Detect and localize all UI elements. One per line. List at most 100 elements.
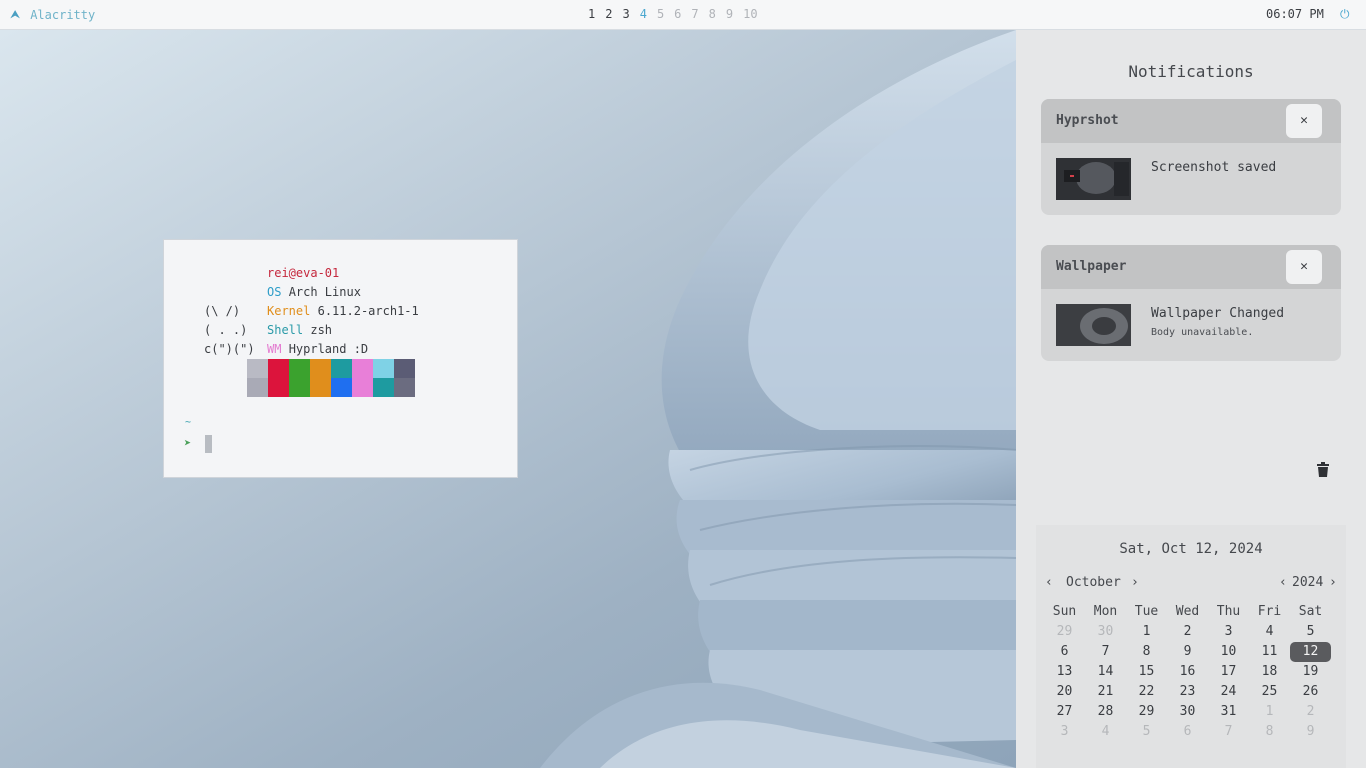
calendar-day[interactable]: 30 [1167, 702, 1208, 722]
power-icon[interactable]: ⏻ [1340, 7, 1350, 22]
weekday-header: Sun [1052, 604, 1077, 619]
screenshot-thumbnail [1056, 158, 1131, 200]
calendar-day[interactable]: 19 [1290, 662, 1331, 682]
shell-value: zsh [310, 323, 333, 337]
calendar-day[interactable]: 31 [1208, 702, 1249, 722]
workspace-6[interactable]: 6 [669, 7, 686, 21]
os-label: OS [267, 285, 282, 299]
notification-header: Hyprshot ✕ [1041, 99, 1341, 143]
calendar-day[interactable]: 4 [1249, 622, 1290, 642]
calendar-day[interactable]: 29 [1126, 702, 1167, 722]
palette-swatch [394, 378, 415, 397]
notification-app-name: Wallpaper [1056, 259, 1127, 274]
calendar-day[interactable]: 17 [1208, 662, 1249, 682]
notification-summary: Wallpaper Changed [1151, 306, 1285, 321]
terminal-cursor [205, 435, 212, 453]
calendar-day[interactable]: 6 [1044, 642, 1085, 662]
workspace-8[interactable]: 8 [704, 7, 721, 21]
prompt-arrow-icon: ➤ [184, 436, 192, 450]
calendar-day[interactable]: 16 [1167, 662, 1208, 682]
prev-year-icon[interactable]: ‹ [1279, 575, 1287, 590]
clock[interactable]: 06:07 PM [1266, 7, 1324, 21]
calendar-day[interactable]: 14 [1085, 662, 1126, 682]
calendar-day[interactable]: 9 [1290, 722, 1331, 742]
palette-swatch [331, 359, 352, 378]
prev-month-icon[interactable]: ‹ [1045, 575, 1053, 590]
workspace-10[interactable]: 10 [738, 7, 762, 21]
calendar-day[interactable]: 2 [1167, 622, 1208, 642]
calendar-day[interactable]: 18 [1249, 662, 1290, 682]
wallpaper-thumbnail [1056, 304, 1131, 346]
calendar-day[interactable]: 4 [1085, 722, 1126, 742]
calendar-day[interactable]: 1 [1249, 702, 1290, 722]
ascii-line-2: ( . .) [204, 323, 248, 337]
calendar-day[interactable]: 2 [1290, 702, 1331, 722]
kernel-label: Kernel [267, 304, 311, 318]
calendar-day[interactable]: 22 [1126, 682, 1167, 702]
calendar-day[interactable]: 8 [1249, 722, 1290, 742]
workspace-2[interactable]: 2 [600, 7, 617, 21]
workspace-9[interactable]: 9 [721, 7, 738, 21]
notification-wallpaper[interactable]: Wallpaper ✕ Wallpaper Changed Body unava… [1041, 245, 1341, 361]
workspace-3[interactable]: 3 [617, 7, 634, 21]
notification-app-name: Hyprshot [1056, 113, 1119, 128]
calendar-day[interactable]: 29 [1044, 622, 1085, 642]
calendar-day[interactable]: 25 [1249, 682, 1290, 702]
close-icon[interactable]: ✕ [1286, 250, 1322, 284]
calendar-day[interactable]: 9 [1167, 642, 1208, 662]
weekday-header: Mon [1093, 604, 1118, 619]
weekday-header: Thu [1216, 604, 1241, 619]
active-window: ⮝ Alacritty [10, 7, 95, 22]
top-bar: ⮝ Alacritty 1 2 3 4 5 6 7 8 9 10 06:07 PM ⏻ [0, 0, 1366, 30]
calendar-day[interactable]: 5 [1290, 622, 1331, 642]
palette-swatch [373, 378, 394, 397]
calendar-day[interactable]: 15 [1126, 662, 1167, 682]
calendar-day[interactable]: 23 [1167, 682, 1208, 702]
palette-swatch [310, 359, 331, 378]
calendar-day[interactable]: 11 [1249, 642, 1290, 662]
calendar-day[interactable]: 3 [1044, 722, 1085, 742]
calendar-day[interactable]: 7 [1085, 642, 1126, 662]
calendar-day[interactable]: 7 [1208, 722, 1249, 742]
calendar-day[interactable]: 21 [1085, 682, 1126, 702]
next-year-icon[interactable]: › [1329, 575, 1337, 590]
calendar-day[interactable]: 28 [1085, 702, 1126, 722]
active-window-title: Alacritty [30, 7, 96, 22]
user-host: rei@eva-01 [267, 266, 340, 280]
close-icon[interactable]: ✕ [1286, 104, 1322, 138]
workspace-7[interactable]: 7 [686, 7, 703, 21]
notification-hyprshot[interactable]: Hyprshot ✕ Screenshot saved [1041, 99, 1341, 215]
calendar-day[interactable]: 24 [1208, 682, 1249, 702]
calendar-day[interactable]: 8 [1126, 642, 1167, 662]
calendar-day[interactable]: 30 [1085, 622, 1126, 642]
calendar-day[interactable]: 12 [1290, 642, 1331, 662]
calendar-month: October [1066, 575, 1121, 590]
palette-swatch [373, 359, 394, 378]
calendar-day[interactable]: 1 [1126, 622, 1167, 642]
shell-line: Shell zsh [267, 323, 332, 337]
terminal-window[interactable]: rei@eva-01 OS Arch Linux (\ /) Kernel 6.… [163, 239, 518, 478]
palette-swatch [394, 359, 415, 378]
calendar-day[interactable]: 3 [1208, 622, 1249, 642]
workspace-4[interactable]: 4 [635, 7, 652, 21]
calendar-day[interactable]: 6 [1167, 722, 1208, 742]
calendar-day[interactable]: 27 [1044, 702, 1085, 722]
os-line: OS Arch Linux [267, 285, 361, 299]
calendar-year: 2024 [1292, 575, 1324, 590]
wm-label: WM [267, 342, 282, 356]
weekday-header: Tue [1134, 604, 1159, 619]
trash-icon[interactable] [1316, 462, 1330, 478]
notification-panel: Notifications Hyprshot ✕ Screenshot save… [1016, 30, 1366, 768]
calendar-day[interactable]: 10 [1208, 642, 1249, 662]
workspace-5[interactable]: 5 [652, 7, 669, 21]
ascii-line-3: c(")(") [204, 342, 255, 356]
next-month-icon[interactable]: › [1131, 575, 1139, 590]
palette-swatch [268, 359, 289, 378]
workspace-1[interactable]: 1 [583, 7, 600, 21]
palette-swatch [289, 359, 310, 378]
calendar-day[interactable]: 13 [1044, 662, 1085, 682]
calendar-day[interactable]: 20 [1044, 682, 1085, 702]
calendar-day[interactable]: 5 [1126, 722, 1167, 742]
calendar-day[interactable]: 26 [1290, 682, 1331, 702]
palette-swatch [247, 359, 268, 378]
